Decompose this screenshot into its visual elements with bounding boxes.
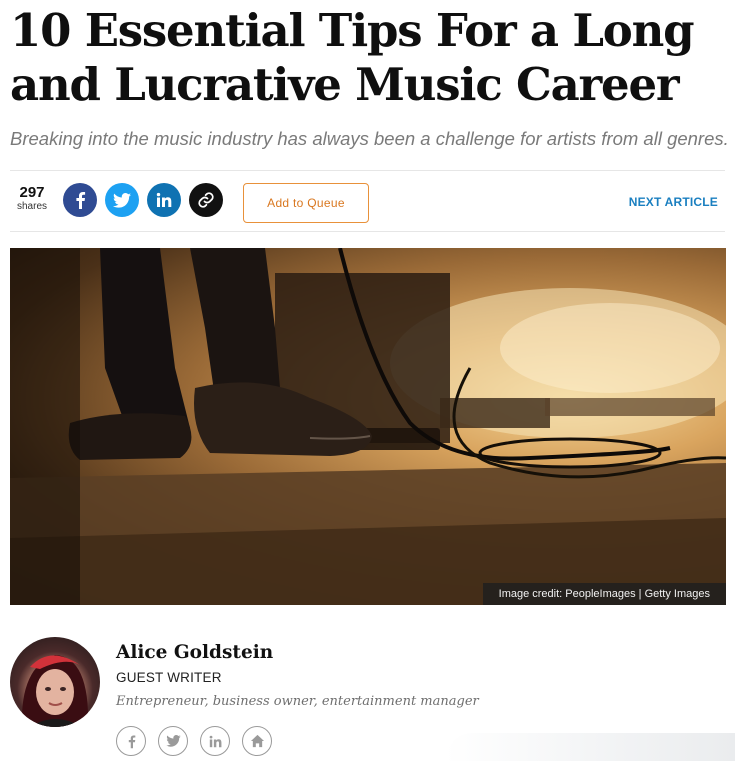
share-linkedin-button[interactable] [147,183,181,217]
twitter-icon [113,192,131,208]
hero-illustration [10,248,726,605]
author-name[interactable]: Alice Goldstein [116,642,273,663]
share-twitter-button[interactable] [105,183,139,217]
linkedin-icon [209,735,221,747]
linkedin-icon [156,192,172,207]
avatar-image [21,655,89,727]
home-icon [250,734,264,748]
corner-overlay [445,733,735,761]
share-count-number: 297 [19,184,45,201]
image-credit: Image credit: PeopleImages | Getty Image… [482,583,726,605]
add-to-queue-button[interactable]: Add to Queue [243,183,369,223]
divider-bottom [10,231,725,232]
author-role: GUEST WRITER [116,670,222,685]
link-icon [198,192,214,208]
share-facebook-button[interactable] [63,183,97,217]
divider-top [10,170,725,171]
author-facebook-button[interactable] [116,726,146,756]
article-subtitle: Breaking into the music industry has alw… [10,128,729,149]
hero-image: Image credit: PeopleImages | Getty Image… [10,248,726,605]
author-website-button[interactable] [242,726,272,756]
next-article-link[interactable]: NEXT ARTICLE [629,195,718,209]
share-count-label: shares [16,201,47,212]
twitter-icon [165,735,181,747]
facebook-icon [128,735,135,748]
author-twitter-button[interactable] [158,726,188,756]
author-linkedin-button[interactable] [200,726,230,756]
facebook-icon [76,192,86,209]
article-title: 10 Essential Tips For a Long and Lucrati… [10,4,695,111]
copy-link-button[interactable] [189,183,223,217]
author-avatar[interactable] [10,637,100,727]
share-count: 297 shares [14,184,50,213]
author-bio: Entrepreneur, business owner, entertainm… [116,694,479,709]
